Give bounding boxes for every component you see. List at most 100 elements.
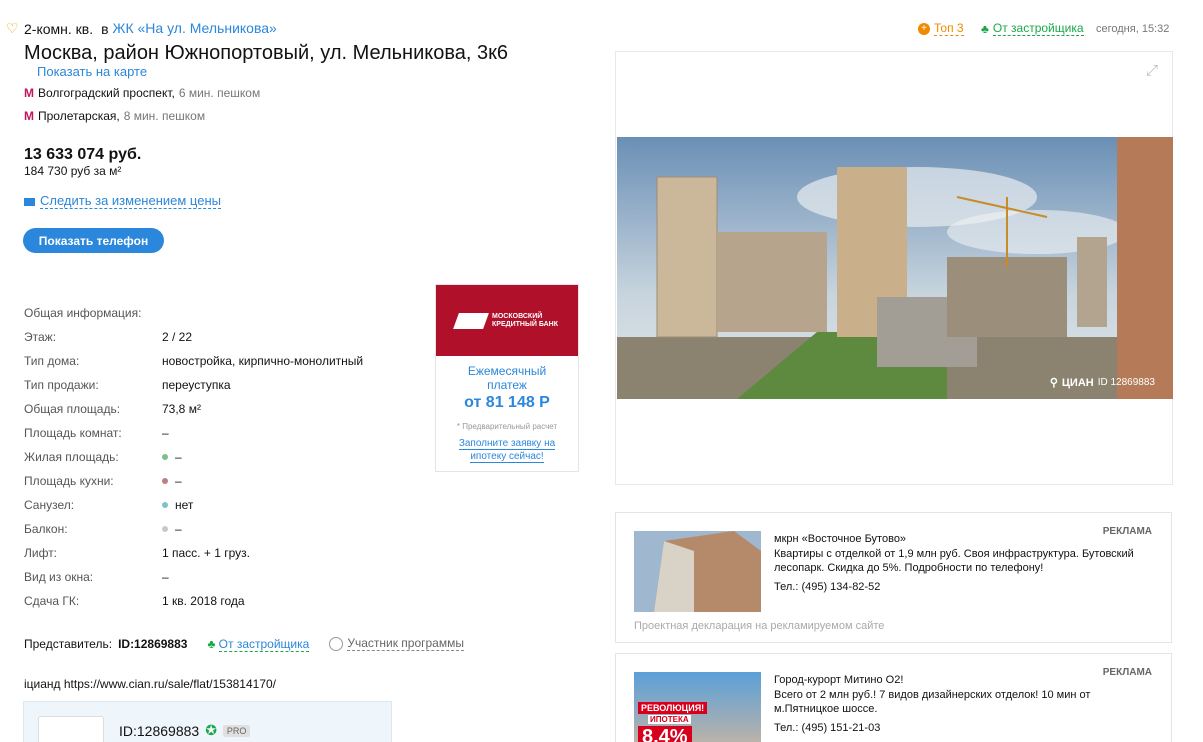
info-key: Общая площадь: (24, 402, 121, 416)
program-participant[interactable]: Участник программы (329, 636, 464, 651)
bank-mortgage-ad[interactable]: МОСКОВСКИЙ КРЕДИТНЫЙ БАНК Ежемесячный пл… (435, 284, 579, 472)
ad-block-1[interactable]: РЕКЛАМА мкрн «Восточное Бутово» Квартиры… (615, 512, 1172, 643)
banner-line2: ИПОТЕКА (648, 715, 691, 724)
representative-id: ID:12869883 (118, 636, 188, 651)
info-value: 73,8 м² (162, 402, 201, 416)
publish-date: сегодня, 15:32 (1096, 23, 1170, 35)
info-value: – (175, 522, 182, 536)
info-value-wrap: 73,8 м² (162, 402, 201, 416)
info-value-wrap: 1 кв. 2018 года (162, 594, 245, 608)
info-row: Балкон: – (24, 522, 182, 536)
legend-dot-icon (162, 502, 168, 508)
info-value: 2 / 22 (162, 330, 193, 344)
ad-label: РЕКЛАМА (1102, 526, 1152, 537)
watermark-brand: ЦИАН (1061, 376, 1094, 389)
payment-value: от 81 148 Р (464, 394, 550, 411)
developer-icon: ♣ (981, 21, 989, 36)
info-value: – (162, 426, 169, 440)
photo-gallery[interactable]: ⤢ ⚲ ЦИАН ID 12869883 (615, 51, 1173, 485)
show-phone-button[interactable]: Показать телефон (23, 228, 164, 253)
info-value: новостройка, кирпично-монолитный (162, 354, 364, 368)
program-badge-icon (329, 636, 344, 651)
fullscreen-icon[interactable]: ⤢ (1146, 62, 1158, 79)
ad-label: РЕКЛАМА (1102, 667, 1152, 678)
bank-name-line2: КРЕДИТНЫЙ БАНК (492, 320, 558, 328)
info-key: Тип дома: (24, 354, 80, 368)
info-key: Сдача ГК: (24, 594, 80, 608)
bank-name: МОСКОВСКИЙ КРЕДИТНЫЙ БАНК (492, 313, 558, 329)
ad-phone: Тел.: (495) 151-21-03 (774, 722, 881, 734)
ad-title[interactable]: Город-курорт Митино О2! (774, 674, 903, 686)
metro-station-2: М Пролетарская, 8 мин. пешком (24, 109, 205, 123)
show-on-map-link[interactable]: Показать на карте (37, 64, 147, 79)
info-row: Жилая площадь: – (24, 450, 182, 464)
metro-walk-time: 8 мин. пешком (123, 109, 206, 123)
listing-photo[interactable]: ⚲ ЦИАН ID 12869883 (617, 137, 1173, 399)
in-label: в (101, 20, 109, 37)
info-row: Площадь комнат: – (24, 426, 169, 440)
verified-icon: ✪ (205, 722, 217, 738)
metro-walk-time: 6 мин. пешком (178, 86, 261, 100)
info-value-wrap: – (162, 426, 169, 440)
developer-label: От застройщика (218, 636, 310, 652)
info-value: – (175, 474, 182, 488)
info-value-wrap: новостройка, кирпично-монолитный (162, 354, 363, 368)
metro-icon: М (24, 86, 34, 100)
mortgage-cta-link[interactable]: Заполните заявку на ипотеку сейчас! (436, 437, 578, 463)
representative-row: Представитель: ID:12869883 ♣ От застройщ… (24, 636, 464, 652)
representative-label: Представитель: (24, 636, 113, 651)
info-key: Вид из окна: (24, 570, 94, 584)
ad-phone: Тел.: (495) 134-82-52 (774, 581, 881, 593)
developer-link-label: От застройщика (992, 21, 1084, 36)
agent-card: ID:12869883 ✪ PRO (23, 701, 392, 742)
ad-text: Всего от 2 млн руб.! 7 видов дизайнерски… (774, 689, 1091, 715)
info-key: Тип продажи: (24, 378, 99, 392)
bank-logo-block: МОСКОВСКИЙ КРЕДИТНЫЙ БАНК (436, 285, 578, 356)
legend-dot-icon (162, 454, 168, 460)
info-value: – (162, 570, 169, 584)
top3-badge[interactable]: + Топ 3 (918, 21, 964, 36)
agent-id-row: ID:12869883 ✪ PRO (119, 722, 251, 739)
payment-note: * Предварительный расчет (456, 422, 558, 431)
favorite-heart-icon[interactable]: ♡ (6, 20, 20, 37)
info-key: Площадь комнат: (24, 426, 122, 440)
info-value-wrap: – (162, 522, 182, 536)
ad-image (634, 531, 761, 612)
developer-link[interactable]: ♣ От застройщика (981, 21, 1084, 36)
info-row: Санузел: нет (24, 498, 193, 512)
info-key: Жилая площадь: (24, 450, 119, 464)
agent-id: ID:12869883 (119, 722, 200, 739)
program-label: Участник программы (347, 636, 464, 651)
developer-badge[interactable]: ♣ От застройщика (207, 636, 310, 652)
complex-link[interactable]: ЖК «На ул. Мельникова» (113, 20, 277, 37)
cian-logo-icon: ⚲ (1049, 377, 1058, 389)
info-row: Вид из окна: – (24, 570, 169, 584)
page-title: Москва, район Южнопортовый, ул. Мельнико… (24, 42, 508, 64)
info-value: 1 пасс. + 1 груз. (162, 546, 250, 560)
info-title-row: Общая информация: (24, 306, 224, 320)
bank-logo-icon (453, 312, 489, 329)
info-title: Общая информация: (24, 306, 142, 320)
info-key: Санузел: (24, 498, 75, 512)
listing-url: iцианд https://www.cian.ru/sale/flat/153… (24, 677, 277, 691)
photo-illustration (617, 137, 1173, 399)
price-per-m2: 184 730 руб за м² (24, 164, 122, 178)
listing-header: ♡ 2-комн. кв. в ЖК «На ул. Мельникова» (6, 20, 277, 37)
follow-price-link[interactable]: Следить за изменением цены (24, 194, 221, 209)
banner-rate: 8,4% (638, 726, 692, 742)
info-row: Этаж: 2 / 22 (24, 330, 192, 344)
ad-block-2[interactable]: РЕВОЛЮЦИЯ! ИПОТЕКА 8,4% РЕКЛАМА Город-ку… (615, 653, 1172, 742)
ad-thumbnail[interactable]: РЕВОЛЮЦИЯ! ИПОТЕКА 8,4% (634, 672, 761, 742)
info-value-wrap: 1 пасс. + 1 груз. (162, 546, 250, 560)
ad-thumbnail[interactable] (634, 531, 761, 612)
info-row: Лифт: 1 пасс. + 1 груз. (24, 546, 250, 560)
ad-title[interactable]: мкрн «Восточное Бутово» (774, 533, 906, 545)
metro-station-1: М Волгоградский проспект, 6 мин. пешком (24, 86, 260, 100)
legend-dot-icon (162, 478, 168, 484)
follow-price-label: Следить за изменением цены (40, 193, 221, 209)
info-value: 1 кв. 2018 года (162, 594, 245, 608)
info-key: Площадь кухни: (24, 474, 114, 488)
info-row: Общая площадь: 73,8 м² (24, 402, 201, 416)
info-value-wrap: – (162, 474, 182, 488)
top3-label: Топ 3 (934, 21, 964, 36)
